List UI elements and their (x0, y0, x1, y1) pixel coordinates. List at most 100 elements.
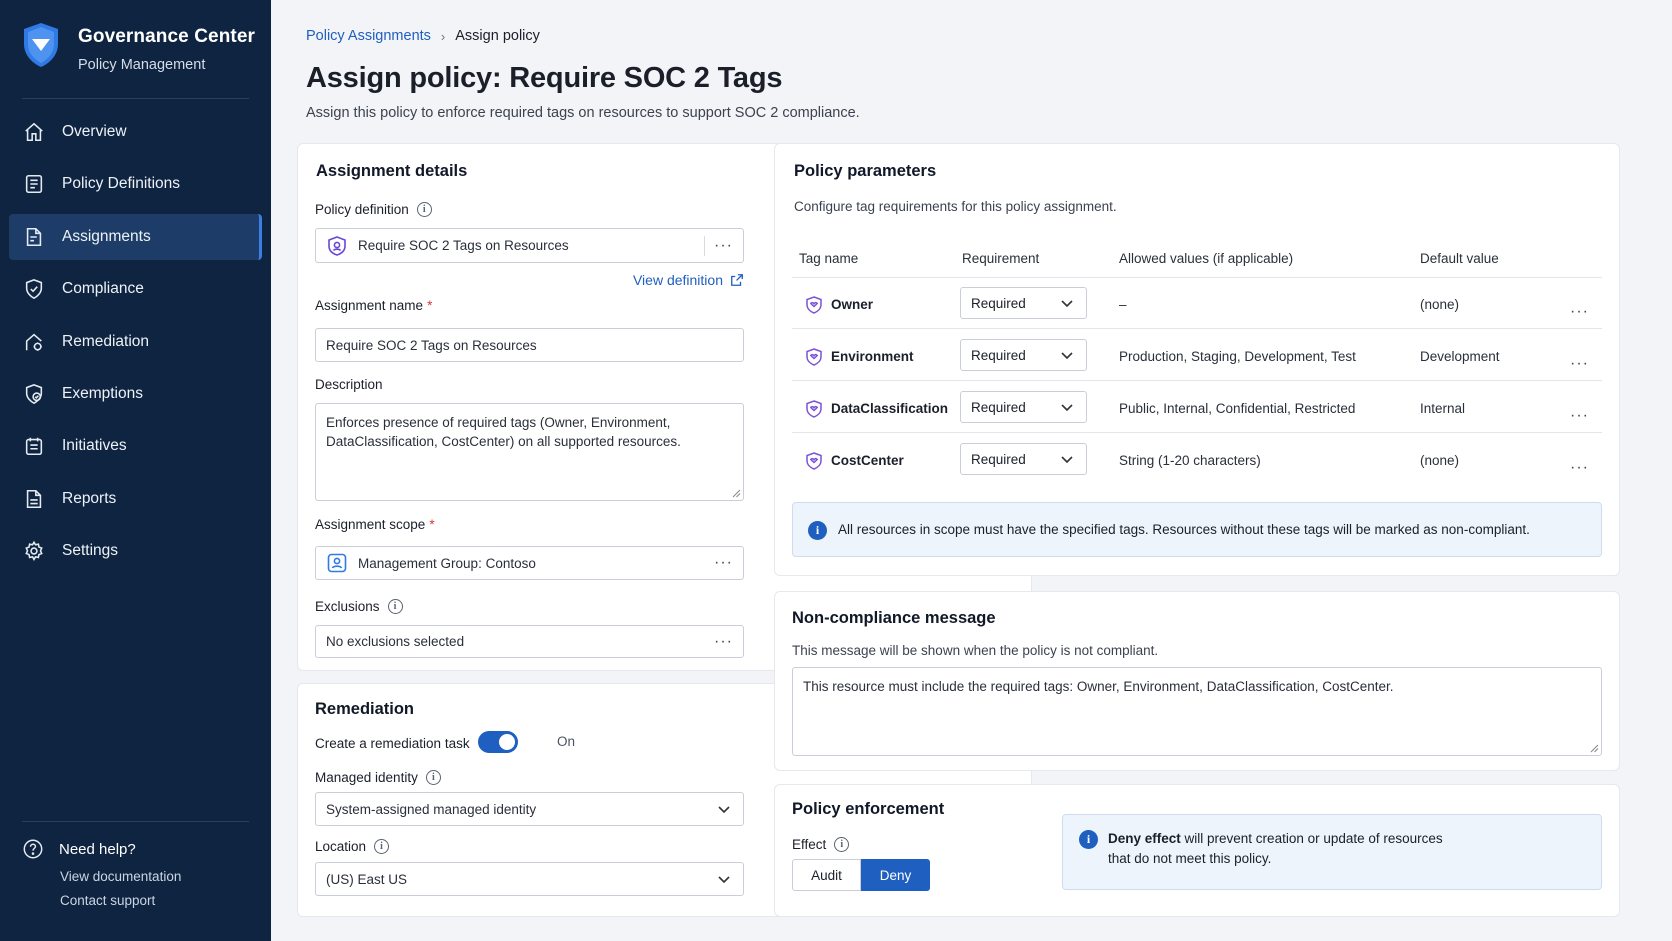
help-title: Need help? (59, 840, 136, 858)
description-label: Description (315, 377, 383, 392)
home-icon (23, 121, 45, 143)
sidebar-item-assignments[interactable]: Assignments (9, 213, 262, 260)
remediation-task-label: Create a remediation task (315, 736, 470, 751)
info-filled-icon: i (1079, 830, 1098, 849)
enforcement-info-banner: i Deny effect will prevent creation or u… (1062, 814, 1602, 890)
sidebar-item-label: Initiatives (62, 437, 127, 455)
assignment-scope-field[interactable]: Management Group: Contoso ··· (315, 546, 744, 580)
sidebar-item-label: Overview (62, 123, 127, 140)
allowed-values: – (1119, 297, 1127, 312)
sidebar-item-compliance[interactable]: Compliance (9, 266, 262, 312)
chevron-down-icon (718, 876, 730, 884)
main-content: Policy Assignments › Assign policy Assig… (271, 0, 1672, 941)
location-label-text: Location (315, 839, 367, 854)
policy-shield-icon (328, 235, 346, 256)
exclusions-field[interactable]: No exclusions selected ··· (315, 625, 744, 658)
view-definition-text: View definition (632, 272, 723, 288)
managed-identity-value: System-assigned managed identity (326, 801, 537, 817)
policy-definition-field[interactable]: Require SOC 2 Tags on Resources ··· (315, 228, 744, 263)
sidebar-divider (22, 98, 249, 99)
noncompliance-subtitle: This message will be shown when the poli… (792, 643, 1159, 658)
remediation-task-state: On (557, 734, 576, 749)
managed-identity-label-text: Managed identity (315, 770, 418, 785)
assignment-name-input[interactable]: Require SOC 2 Tags on Resources (315, 328, 744, 362)
info-filled-icon: i (808, 521, 827, 540)
brand: Governance Center Policy Management (22, 22, 255, 73)
remediation-task-toggle[interactable] (478, 731, 518, 753)
assignment-scope-label: Assignment scope * (315, 517, 435, 532)
more-options-icon[interactable]: ··· (714, 237, 733, 254)
effect-label-text: Effect (792, 837, 827, 852)
policy-definition-label-text: Policy definition (315, 202, 409, 217)
effect-deny-button[interactable]: Deny (861, 859, 930, 891)
tag-name: Owner (831, 297, 874, 312)
noncompliance-message-textarea[interactable]: This resource must include the required … (792, 667, 1602, 756)
info-icon[interactable]: i (416, 202, 432, 217)
breadcrumb-current: Assign policy (455, 28, 540, 44)
noncompliance-message-value: This resource must include the required … (803, 679, 1394, 694)
brand-subtitle: Policy Management (78, 57, 206, 73)
header-divider (792, 277, 1602, 278)
requirement-select[interactable]: Required (960, 391, 1087, 423)
sidebar: Governance Center Policy Management Over… (0, 0, 271, 941)
view-documentation-link[interactable]: View documentation (60, 869, 181, 884)
sidebar-item-remediation[interactable]: Remediation (9, 319, 262, 365)
chevron-down-icon (1061, 300, 1073, 308)
gear-icon (23, 540, 45, 562)
row-more-options-icon[interactable]: ··· (1570, 408, 1589, 424)
sidebar-nav: Overview Policy Definitions Assignments … (9, 109, 262, 581)
description-textarea[interactable]: Enforces presence of required tags (Owne… (315, 403, 744, 501)
policy-parameters-card: Policy parameters Configure tag requirem… (774, 143, 1620, 576)
help-section: Need help? View documentation Contact su… (22, 838, 181, 908)
row-more-options-icon[interactable]: ··· (1570, 460, 1589, 476)
sidebar-item-settings[interactable]: Settings (9, 528, 262, 574)
remediation-title: Remediation (315, 700, 415, 718)
info-icon[interactable]: i (425, 770, 441, 785)
info-icon[interactable]: i (374, 839, 390, 854)
sidebar-item-exemptions[interactable]: Exemptions (9, 371, 262, 417)
requirement-select[interactable]: Required (960, 339, 1087, 371)
row-more-options-icon[interactable]: ··· (1570, 304, 1589, 320)
requirement-select[interactable]: Required (960, 443, 1087, 475)
sidebar-item-overview[interactable]: Overview (9, 109, 262, 155)
managed-identity-label: Managed identity i (315, 770, 441, 785)
exemption-icon (23, 383, 45, 405)
view-definition-link[interactable]: View definition (633, 272, 744, 288)
resize-handle-icon[interactable] (1590, 744, 1599, 753)
sidebar-divider (22, 821, 249, 822)
shield-logo-icon (24, 23, 58, 67)
initiative-icon (23, 435, 45, 457)
sidebar-item-reports[interactable]: Reports (9, 476, 262, 522)
default-value: (none) (1420, 297, 1460, 312)
column-tag-name: Tag name (799, 251, 859, 266)
managed-identity-select[interactable]: System-assigned managed identity (315, 792, 744, 826)
requirement-value: Required (971, 451, 1026, 467)
more-options-icon[interactable]: ··· (714, 633, 733, 650)
breadcrumb-policy-assignments[interactable]: Policy Assignments (306, 28, 431, 44)
list-icon (23, 173, 45, 195)
tag-shield-icon (806, 400, 822, 418)
column-allowed-values: Allowed values (if applicable) (1119, 251, 1294, 266)
requirement-value: Required (971, 295, 1026, 311)
sidebar-item-policy-definitions[interactable]: Policy Definitions (9, 161, 262, 207)
info-icon[interactable]: i (387, 599, 403, 614)
resize-handle-icon[interactable] (732, 489, 741, 498)
noncompliance-title: Non-compliance message (792, 609, 996, 627)
location-select[interactable]: (US) East US (315, 862, 744, 896)
exclusions-label-text: Exclusions (315, 599, 380, 614)
info-icon[interactable]: i (834, 837, 850, 852)
more-options-icon[interactable]: ··· (714, 555, 733, 571)
page-description: Assign this policy to enforce required t… (306, 105, 860, 121)
sidebar-item-label: Exemptions (62, 384, 143, 402)
effect-audit-button[interactable]: Audit (792, 859, 861, 891)
effect-label: Effect i (792, 837, 850, 852)
requirement-select[interactable]: Required (960, 287, 1087, 319)
assignment-scope-value: Management Group: Contoso (358, 555, 536, 571)
contact-support-link[interactable]: Contact support (60, 893, 181, 908)
sidebar-item-label: Reports (62, 489, 117, 507)
enforcement-info-bold: Deny effect (1108, 831, 1181, 846)
row-more-options-icon[interactable]: ··· (1570, 356, 1589, 372)
enforcement-info-rest: will prevent creation or update of resou… (1180, 831, 1443, 846)
shield-check-icon (23, 278, 45, 300)
sidebar-item-initiatives[interactable]: Initiatives (9, 423, 262, 469)
